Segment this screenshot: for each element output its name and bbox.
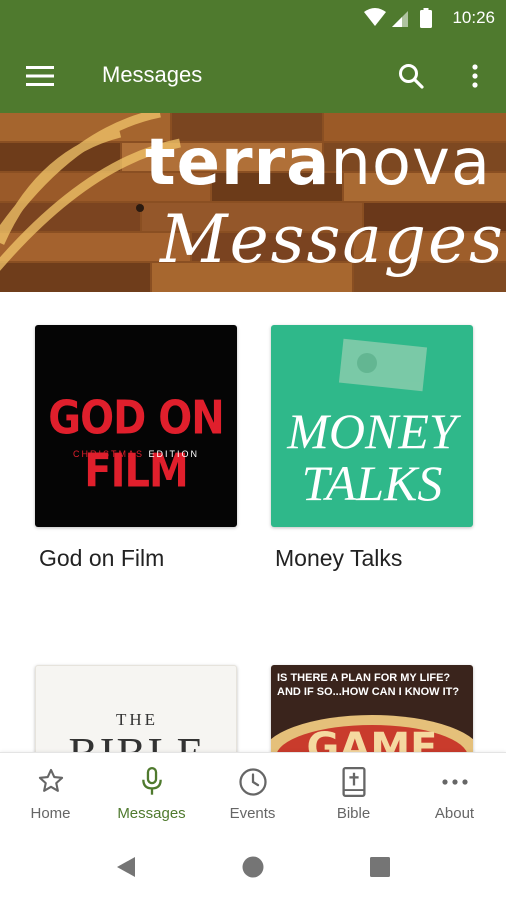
more-vertical-icon	[472, 64, 478, 88]
nav-item-about[interactable]: About	[404, 753, 505, 833]
banner-subtitle: Messages	[160, 201, 505, 278]
cell-signal-icon	[392, 11, 408, 27]
series-artwork: GOD ON FILM CHRISTMAS EDITION	[35, 325, 237, 527]
series-title: Money Talks	[275, 545, 403, 571]
wifi-icon	[364, 8, 386, 26]
star-icon	[38, 768, 63, 792]
top-bar: 10:26 Messages	[0, 0, 506, 113]
nav-item-events[interactable]: Events	[202, 753, 303, 833]
app-bar: Messages	[0, 36, 506, 113]
series-title: God on Film	[39, 545, 165, 571]
menu-button[interactable]	[22, 58, 58, 94]
hamburger-menu-icon	[26, 66, 54, 86]
bible-icon	[341, 767, 366, 797]
home-circle-icon	[242, 856, 264, 878]
series-card[interactable]: GOD ON FILM CHRISTMAS EDITION God on Fil…	[35, 325, 237, 571]
nav-item-bible[interactable]: Bible	[303, 753, 404, 833]
nav-item-messages[interactable]: Messages	[101, 753, 202, 833]
more-horizontal-icon	[441, 779, 468, 785]
status-time: 10:26	[452, 8, 495, 27]
system-navigation-bar	[0, 832, 506, 900]
clock-icon	[238, 768, 267, 796]
status-bar: 10:26	[0, 0, 506, 36]
page-title: Messages	[102, 62, 203, 87]
overflow-menu-button[interactable]	[457, 58, 493, 94]
back-triangle-icon	[117, 857, 135, 877]
nav-item-home[interactable]: Home	[0, 753, 101, 833]
series-banner: terranova Messages	[0, 113, 506, 292]
bottom-navigation: Home Messages Events Bible About	[0, 752, 506, 832]
recents-button[interactable]	[365, 852, 395, 882]
series-artwork: MONEY TALKS	[271, 325, 473, 527]
search-button[interactable]	[393, 58, 429, 94]
search-icon	[399, 64, 424, 89]
home-button[interactable]	[238, 852, 268, 882]
series-card[interactable]: MONEY TALKS Money Talks	[271, 325, 473, 571]
banner-brand: terranova	[145, 126, 492, 200]
microphone-icon	[141, 767, 162, 795]
battery-icon	[420, 8, 432, 28]
back-button[interactable]	[111, 852, 141, 882]
recents-square-icon	[370, 857, 390, 877]
